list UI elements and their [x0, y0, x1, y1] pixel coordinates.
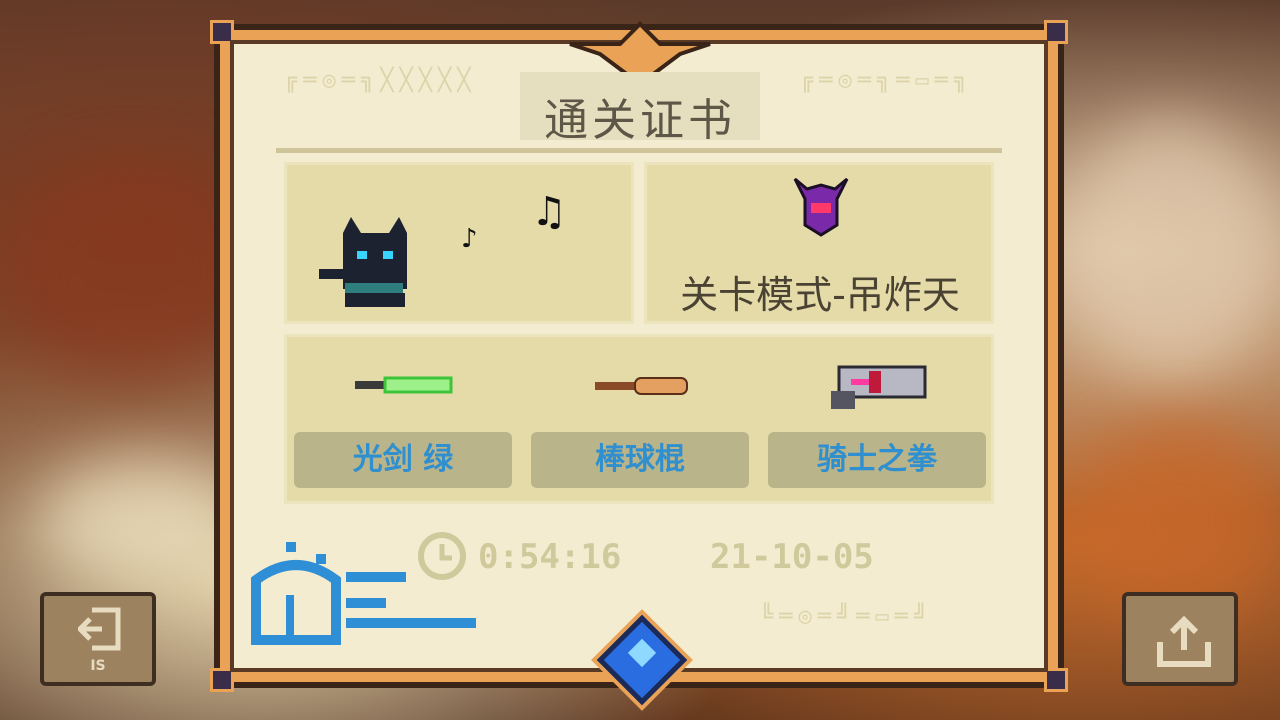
exit-button-label: IS: [90, 658, 106, 674]
title-divider: [276, 148, 1002, 153]
clear-date: 21-10-05: [710, 537, 874, 577]
share-upload-icon: [1157, 615, 1211, 667]
clear-time: 0:54:16: [478, 537, 622, 577]
black-cat-icon: [319, 217, 407, 307]
blue-stamp-icon: [251, 542, 476, 645]
character-panel: ♪ ♫: [284, 162, 634, 324]
green-lightsaber-icon: [355, 376, 453, 394]
exit-button[interactable]: IS: [40, 592, 156, 686]
svg-text:♫: ♫: [531, 189, 567, 235]
mode-label: 关卡模式-吊炸天: [680, 273, 960, 317]
decorative-pattern: ╚═◎═╝═▭═╝: [760, 604, 934, 629]
background-blur: [1080, 420, 1280, 620]
music-notes-icon: ♪ ♫: [461, 189, 567, 254]
baseball-bat-icon: [595, 377, 688, 395]
purple-horned-helmet-icon: [793, 177, 849, 237]
exit-door-icon: [78, 607, 121, 651]
share-button[interactable]: [1122, 592, 1238, 686]
page-title: 通关证书: [544, 95, 736, 146]
background-blur: [1060, 120, 1280, 380]
svg-text:♪: ♪: [461, 224, 478, 254]
weapon-label-2: 棒球棍: [531, 432, 749, 488]
knight-fist-gun-icon: [831, 365, 927, 409]
weapon-label-1: 光剑 绿: [294, 432, 512, 488]
background-blur: [40, 460, 240, 580]
weapon-label-3: 骑士之拳: [768, 432, 986, 488]
